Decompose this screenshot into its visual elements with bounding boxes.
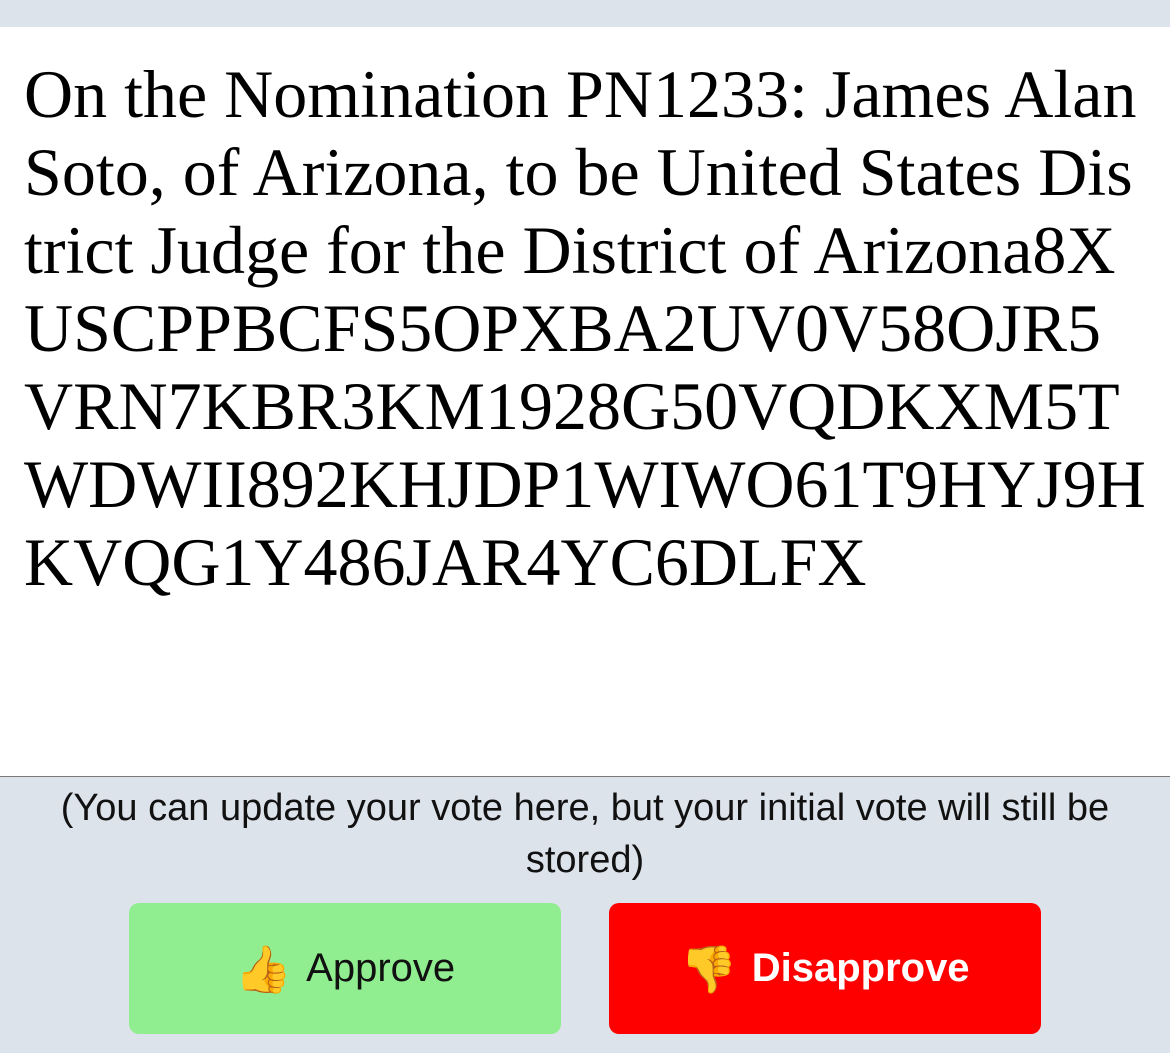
- nomination-title: On the Nomination PN1233: James Alan Sot…: [24, 56, 1146, 600]
- disapprove-label: Disapprove: [751, 946, 970, 990]
- top-bar: [0, 0, 1170, 27]
- approve-button[interactable]: 👍 Approve: [129, 903, 561, 1034]
- thumbs-down-icon: 👎: [680, 942, 738, 995]
- thumbs-up-icon: 👍: [234, 942, 293, 995]
- vote-note: (You can update your vote here, but your…: [60, 787, 1110, 881]
- approve-label: Approve: [306, 946, 456, 990]
- nomination-panel: On the Nomination PN1233: James Alan Sot…: [0, 27, 1170, 777]
- disapprove-button[interactable]: 👎 Disapprove: [609, 903, 1041, 1034]
- vote-footer: (You can update your vote here, but your…: [0, 778, 1170, 1053]
